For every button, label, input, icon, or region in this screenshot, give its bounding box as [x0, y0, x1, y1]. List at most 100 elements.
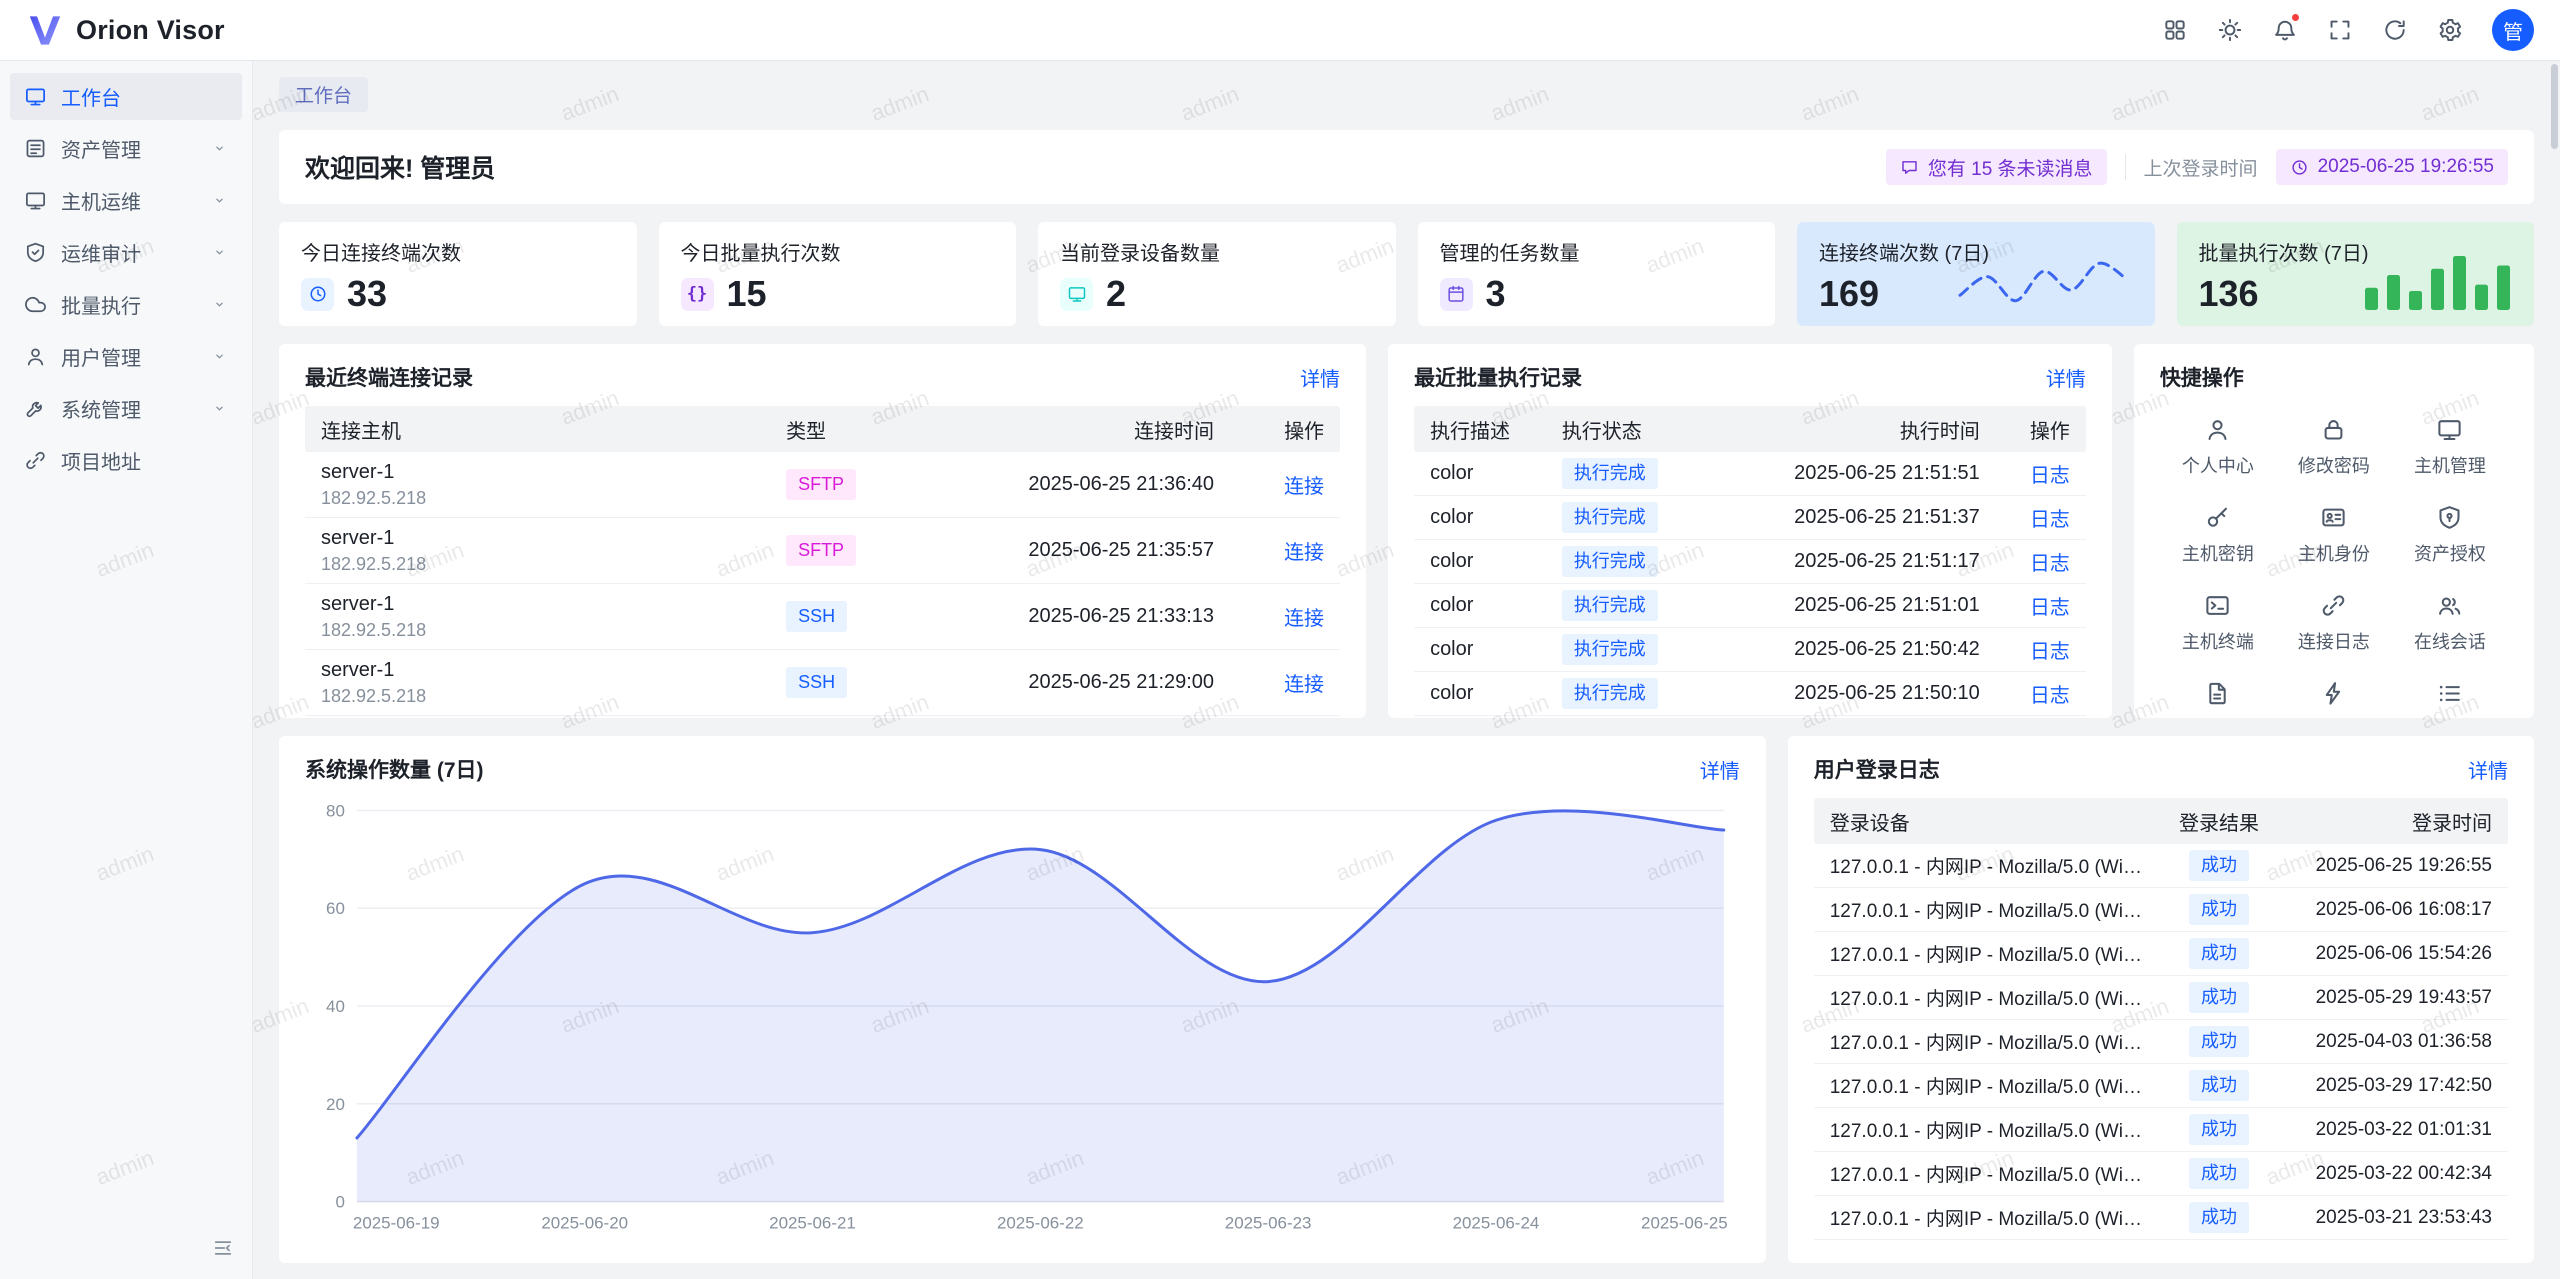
desc-cell: color — [1414, 638, 1546, 661]
action-cell: 日志 — [1996, 679, 2086, 708]
column-header: 登录设备 — [1814, 798, 2160, 844]
login-log-detail-link[interactable]: 详情 — [2468, 755, 2508, 784]
result-badge: 成功 — [2189, 1114, 2249, 1144]
clock-icon — [2290, 158, 2309, 177]
log-link[interactable]: 日志 — [2030, 503, 2070, 532]
quick-action-connection-log[interactable]: 连接日志 — [2276, 592, 2392, 654]
card-title: 最近终端连接记录 — [305, 362, 473, 392]
batch-records-detail-link[interactable]: 详情 — [2046, 363, 2086, 392]
desc-cell: color — [1414, 462, 1546, 485]
terminal-record-row: server-1182.92.5.218SFTP2025-06-25 21:35… — [305, 518, 1340, 584]
last-login-time: 2025-06-25 19:26:55 — [2318, 156, 2494, 178]
sidebar-item-workbench[interactable]: 工作台 — [10, 73, 242, 120]
notifications-icon[interactable] — [2264, 9, 2306, 51]
connect-link[interactable]: 连接 — [1284, 668, 1324, 697]
time-cell: 2025-06-25 21:36:40 — [910, 473, 1230, 496]
link-icon — [2320, 592, 2347, 619]
desc-cell: color — [1414, 594, 1546, 617]
refresh-icon[interactable] — [2374, 9, 2416, 51]
quick-action-change-password[interactable]: 修改密码 — [2276, 416, 2392, 478]
table-header: 登录设备登录结果登录时间 — [1814, 798, 2508, 844]
user-avatar[interactable]: 管 — [2492, 9, 2534, 51]
quick-action-host-management[interactable]: 主机管理 — [2392, 416, 2508, 478]
time-cell: 2025-06-25 21:50:42 — [1706, 638, 1996, 661]
terminal-icon — [2204, 592, 2231, 619]
app-logo[interactable]: Orion Visor — [26, 11, 225, 49]
quick-action-host-terminal[interactable]: 主机终端 — [2160, 592, 2276, 654]
theme-icon[interactable] — [2209, 9, 2251, 51]
svg-text:80: 80 — [326, 801, 345, 820]
apps-icon[interactable] — [2154, 9, 2196, 51]
connect-link[interactable]: 连接 — [1284, 470, 1324, 499]
sidebar-item-system-management[interactable]: 系统管理 — [10, 385, 242, 432]
device-text: 127.0.0.1 - 内网IP - Mozilla/5.0 (Windows … — [1830, 1028, 2144, 1055]
device-cell: 127.0.0.1 - 内网IP - Mozilla/5.0 (Windows … — [1814, 896, 2160, 923]
log-link[interactable]: 日志 — [2030, 547, 2070, 576]
sidebar-item-ops-audit[interactable]: 运维审计 — [10, 229, 242, 276]
logo-icon — [26, 11, 64, 49]
device-text: 127.0.0.1 - 内网IP - Mozilla/5.0 (Windows … — [1830, 1072, 2144, 1099]
scrollbar-thumb[interactable] — [2551, 64, 2558, 149]
breadcrumb-item-workbench[interactable]: 工作台 — [279, 77, 368, 112]
sys-ops-detail-link[interactable]: 详情 — [1700, 755, 1740, 784]
host-name: server-1 — [321, 593, 394, 616]
log-link[interactable]: 日志 — [2030, 679, 2070, 708]
type-badge: SFTP — [786, 469, 856, 499]
monitor-icon — [24, 189, 47, 212]
task-icon — [1440, 278, 1473, 311]
column-header: 执行描述 — [1414, 406, 1546, 452]
column-header: 操作 — [1230, 406, 1340, 452]
users-icon — [2436, 592, 2463, 619]
stat-value: 2 — [1106, 276, 1126, 312]
quick-action-label: 命令执行 — [2298, 716, 2370, 718]
svg-text:40: 40 — [326, 997, 345, 1016]
log-link[interactable]: 日志 — [2030, 459, 2070, 488]
sidebar-item-label: 运维审计 — [61, 238, 197, 267]
log-link[interactable]: 日志 — [2030, 591, 2070, 620]
quick-action-online-sessions[interactable]: 在线会话 — [2392, 592, 2508, 654]
desc-cell: color — [1414, 506, 1546, 529]
time-cell: 2025-03-29 17:42:50 — [2278, 1075, 2508, 1097]
wrench-icon — [24, 397, 47, 420]
host-ip: 182.92.5.218 — [321, 620, 426, 641]
connect-link[interactable]: 连接 — [1284, 602, 1324, 631]
device-cell: 127.0.0.1 - 内网IP - Mozilla/5.0 (Windows … — [1814, 1072, 2160, 1099]
host-cell: server-1182.92.5.218 — [305, 461, 770, 509]
unread-messages-chip[interactable]: 您有 15 条未读消息 — [1886, 149, 2107, 185]
svg-text:2025-06-25: 2025-06-25 — [1641, 1214, 1728, 1233]
settings-icon[interactable] — [2429, 9, 2471, 51]
result-cell: 成功 — [2160, 894, 2278, 924]
result-badge: 成功 — [2189, 1158, 2249, 1188]
sidebar-item-asset-management[interactable]: 资产管理 — [10, 125, 242, 172]
status-cell: 执行完成 — [1546, 634, 1706, 664]
stat-value: 15 — [727, 276, 767, 312]
device-text: 127.0.0.1 - 内网IP - Mozilla/5.0 (Windows … — [1830, 852, 2144, 879]
quick-action-file-operation-log[interactable]: 文件操作日志 — [2160, 680, 2276, 718]
result-cell: 成功 — [2160, 982, 2278, 1012]
unread-messages-text: 您有 15 条未读消息 — [1928, 154, 2093, 181]
sidebar-item-host-ops[interactable]: 主机运维 — [10, 177, 242, 224]
sidebar-item-user-management[interactable]: 用户管理 — [10, 333, 242, 380]
quick-action-asset-authorization[interactable]: 资产授权 — [2392, 504, 2508, 566]
sidebar-item-label: 批量执行 — [61, 290, 197, 319]
sidebar-item-project-url[interactable]: 项目地址 — [10, 437, 242, 484]
terminal-records-detail-link[interactable]: 详情 — [1300, 363, 1340, 392]
log-link[interactable]: 日志 — [2030, 635, 2070, 664]
connect-link[interactable]: 连接 — [1284, 536, 1324, 565]
device-text: 127.0.0.1 - 内网IP - Mozilla/5.0 (Windows … — [1830, 940, 2144, 967]
quick-action-command-execution[interactable]: 命令执行 — [2276, 680, 2392, 718]
host-name: server-1 — [321, 527, 394, 550]
quick-action-label: 主机密钥 — [2182, 540, 2254, 566]
sidebar-collapse-button[interactable] — [206, 1231, 240, 1265]
quick-action-host-keys[interactable]: 主机密钥 — [2160, 504, 2276, 566]
fullscreen-icon[interactable] — [2319, 9, 2361, 51]
stat-value: 169 — [1819, 276, 1879, 312]
quick-action-personal-center[interactable]: 个人中心 — [2160, 416, 2276, 478]
svg-text:2025-06-19: 2025-06-19 — [353, 1214, 440, 1233]
quick-action-execution-log[interactable]: 执行日志 — [2392, 680, 2508, 718]
sidebar-item-batch-execute[interactable]: 批量执行 — [10, 281, 242, 328]
quick-action-host-identity[interactable]: 主机身份 — [2276, 504, 2392, 566]
status-cell: 执行完成 — [1546, 546, 1706, 576]
monitor-icon — [1060, 278, 1093, 311]
lock-icon — [2320, 416, 2347, 443]
